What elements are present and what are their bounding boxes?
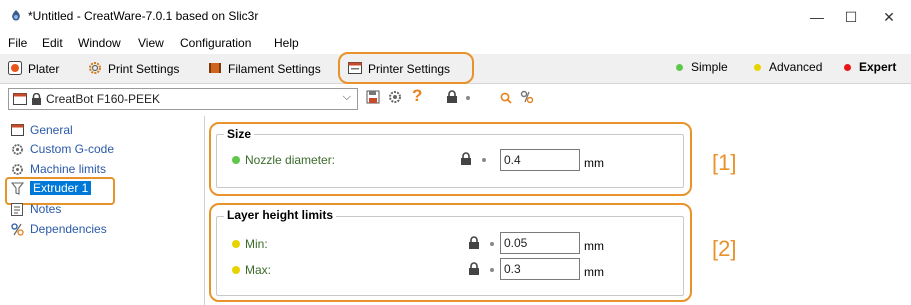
- menu-help[interactable]: Help: [274, 36, 299, 50]
- printer-icon: [13, 93, 27, 105]
- window-title: *Untitled - CreatWare-7.0.1 based on Sli…: [28, 9, 259, 23]
- sidebar-item-notes[interactable]: Notes: [10, 200, 61, 218]
- menu-bar: [0, 34, 911, 54]
- sidebar-item-label: General: [30, 123, 73, 137]
- printer-settings-highlight: [338, 52, 474, 84]
- layer-height-highlight: [209, 203, 692, 302]
- menu-view[interactable]: View: [138, 36, 164, 50]
- preset-lock-status: [446, 90, 470, 106]
- sidebar-item-machine-limits[interactable]: Machine limits: [10, 160, 106, 178]
- expert-dot-icon: [844, 63, 851, 71]
- tab-plater[interactable]: Plater: [8, 58, 59, 80]
- gcode-icon: [10, 142, 24, 156]
- filament-icon: [208, 61, 222, 78]
- app-icon: [10, 10, 22, 22]
- advanced-dot-icon: [754, 63, 761, 71]
- sidebar-item-label: Machine limits: [30, 162, 107, 176]
- general-icon: [10, 123, 24, 137]
- tab-plater-label: Plater: [28, 62, 60, 76]
- compare-icon[interactable]: [520, 90, 534, 107]
- menu-configuration[interactable]: Configuration: [180, 36, 251, 50]
- mode-expert[interactable]: Expert: [844, 60, 896, 74]
- sidebar-item-custom-gcode[interactable]: Custom G-code: [10, 140, 114, 158]
- tab-filament-settings-label: Filament Settings: [228, 62, 321, 76]
- sidebar-item-general[interactable]: General: [10, 121, 73, 139]
- size-highlight: [209, 122, 692, 196]
- chevron-down-icon: ⌵: [342, 91, 351, 103]
- lock-icon: [446, 90, 458, 106]
- sidebar-item-dependencies[interactable]: Dependencies: [10, 220, 107, 238]
- mode-simple[interactable]: Simple: [676, 60, 728, 74]
- mode-expert-label: Expert: [859, 60, 897, 74]
- preset-dropdown[interactable]: CreatBot F160-PEEK ⌵: [8, 88, 358, 110]
- menu-file[interactable]: File: [8, 36, 27, 50]
- gear-icon[interactable]: [388, 90, 402, 107]
- notes-icon: [10, 202, 24, 216]
- save-icon[interactable]: [366, 90, 380, 107]
- sidebar-item-label: Notes: [30, 202, 62, 216]
- mode-advanced[interactable]: Advanced: [754, 60, 822, 74]
- sidebar-item-label: Custom G-code: [30, 142, 115, 156]
- dependencies-icon: [10, 222, 24, 236]
- plater-icon: [8, 60, 22, 78]
- modified-dot-icon: [466, 96, 470, 100]
- search-icon[interactable]: [500, 92, 512, 107]
- lock-icon: [31, 93, 42, 105]
- limits-icon: [10, 162, 24, 176]
- menu-edit[interactable]: Edit: [42, 36, 63, 50]
- annotation-2: [2]: [712, 236, 737, 261]
- mode-advanced-label: Advanced: [769, 60, 823, 74]
- gear-icon: [88, 61, 102, 78]
- menu-window[interactable]: Window: [78, 36, 121, 50]
- preset-name: CreatBot F160-PEEK: [46, 92, 161, 106]
- help-icon[interactable]: ?: [412, 86, 422, 106]
- tab-filament-settings[interactable]: Filament Settings: [208, 58, 321, 80]
- tab-print-settings[interactable]: Print Settings: [88, 58, 179, 80]
- tab-print-settings-label: Print Settings: [108, 62, 180, 76]
- annotation-1: [1]: [712, 150, 737, 175]
- simple-dot-icon: [676, 63, 683, 71]
- mode-simple-label: Simple: [691, 60, 728, 74]
- close-button[interactable]: ✕: [866, 0, 911, 34]
- sidebar-item-label: Dependencies: [30, 222, 107, 236]
